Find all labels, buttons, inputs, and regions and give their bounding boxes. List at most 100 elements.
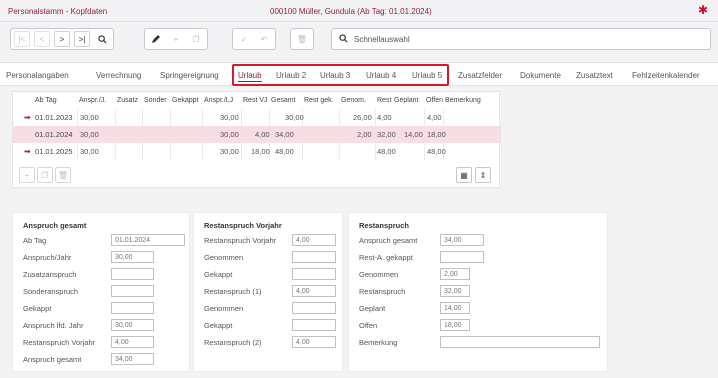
tab-personalangaben[interactable]: Personalangaben	[6, 71, 69, 80]
delete-group: 🗑	[290, 28, 314, 50]
field-label: Offen	[359, 321, 378, 330]
cell-ab-tag: 01.01.2025	[35, 147, 73, 156]
vacation-grid: Ab Tag Anspr./J. Zusatz Sonder Gekappt A…	[12, 91, 501, 188]
copy-row-icon[interactable]: ❐	[37, 167, 53, 183]
col-gesamt[interactable]: Gesamt	[271, 97, 296, 104]
tab-zusatztext[interactable]: Zusatztext	[576, 71, 613, 80]
first-record-icon[interactable]: |<	[14, 31, 30, 47]
add-icon[interactable]: +	[168, 31, 184, 47]
tab-zusatzfelder[interactable]: Zusatzfelder	[458, 71, 502, 80]
col-ab-tag[interactable]: Ab Tag	[35, 97, 57, 104]
col-rest-vj[interactable]: Rest VJ	[243, 97, 268, 104]
col-genom[interactable]: Genom.	[341, 97, 366, 104]
rv-genommen-field[interactable]	[292, 251, 336, 263]
rv-restanspruch-vorjahr-field[interactable]: 4,00	[292, 234, 336, 246]
edit-pencil-icon[interactable]	[148, 31, 164, 47]
search-placeholder: Schnellauswahl	[354, 35, 410, 44]
cell-rest: 32,00	[377, 130, 396, 139]
undo-icon[interactable]: ↶	[256, 31, 272, 47]
field-label: Genommen	[204, 304, 244, 313]
anspruch-lfd-jahr-field[interactable]: 30,00	[111, 319, 154, 331]
delete-icon[interactable]: 🗑	[294, 31, 310, 47]
next-record-icon[interactable]: >	[54, 31, 70, 47]
field-label: Restanspruch Vorjahr	[23, 338, 96, 347]
rv-restanspruch-2-field[interactable]: 4,00	[292, 336, 336, 348]
col-zusatz[interactable]: Zusatz	[117, 97, 138, 104]
table-row[interactable]: 01.01.2024 30,00 30,00 4,00 34,00 2,00 3…	[13, 126, 501, 143]
sonderanspruch-field[interactable]	[111, 285, 154, 297]
zusatzanspruch-field[interactable]	[111, 268, 154, 280]
field-label: Restanspruch Vorjahr	[204, 236, 277, 245]
col-gekappt[interactable]: Gekappt	[172, 97, 198, 104]
anspruch-jahr-field[interactable]: 30,00	[111, 251, 154, 263]
field-label: Ab Tag	[23, 236, 47, 245]
col-rest-gek[interactable]: Rest gek.	[304, 97, 334, 104]
add-row-icon[interactable]: +	[19, 167, 35, 183]
col-anspr-j[interactable]: Anspr./J.	[79, 97, 106, 104]
cell-rest: 48,00	[377, 147, 396, 156]
r-bemerkung-field[interactable]	[440, 336, 600, 348]
app-title: Personalstamm - Kopfdaten	[8, 7, 108, 16]
r-rest-gekappt-field[interactable]	[440, 251, 484, 263]
field-label: Genommen	[204, 253, 244, 262]
tab-fehlzeitenkalender[interactable]: Fehlzeitenkalender	[632, 71, 700, 80]
delete-row-icon[interactable]: 🗑	[55, 167, 71, 183]
rv-restanspruch-1-field[interactable]: 4,00	[292, 285, 336, 297]
cell-genom: 2,00	[357, 130, 372, 139]
field-label: Gekappt	[204, 270, 233, 279]
column-chooser-icon[interactable]: ▦	[456, 167, 472, 183]
quick-search-field[interactable]: Schnellauswahl	[331, 28, 711, 50]
tab-springereignung[interactable]: Springereignung	[160, 71, 219, 80]
cell-rest-vj: 4,00	[255, 130, 270, 139]
table-row[interactable]: ➡ 01.01.2023 30,00 30,00 30,00 26,00 4,0…	[13, 109, 501, 126]
cell-anspr-lj: 30,00	[220, 113, 239, 122]
col-offen[interactable]: Offen	[426, 97, 443, 104]
cell-rest: 4,00	[377, 113, 392, 122]
arrow-right-icon: ➡	[24, 147, 31, 156]
tab-dokumente[interactable]: Dokumente	[520, 71, 561, 80]
rv-genommen-2-field[interactable]	[292, 302, 336, 314]
field-label: Anspruch/Jahr	[23, 253, 72, 262]
restanspruch-vorjahr-field[interactable]: 4,00	[111, 336, 154, 348]
gekappt-field[interactable]	[111, 302, 154, 314]
col-bemerkung[interactable]: Bemerkung	[445, 97, 481, 104]
sort-icon[interactable]: ⇕	[475, 167, 491, 183]
cell-genom: 26,00	[353, 113, 372, 122]
pin-icon[interactable]: ✱	[698, 4, 708, 16]
field-label: Gekappt	[23, 304, 52, 313]
panel-title: Anspruch gesamt	[23, 221, 87, 230]
panel-restanspruch: Restanspruch Anspruch gesamt 34,00 Rest-…	[348, 212, 608, 372]
field-label: Gekappt	[204, 321, 233, 330]
last-record-icon[interactable]: >|	[74, 31, 90, 47]
field-label: Bemerkung	[359, 338, 398, 347]
rv-gekappt-2-field[interactable]	[292, 319, 336, 331]
col-geplant[interactable]: Geplant	[394, 97, 419, 104]
r-restanspruch-field[interactable]: 32,00	[440, 285, 470, 297]
table-row[interactable]: ➡ 01.01.2025 30,00 30,00 18,00 48,00 48,…	[13, 143, 501, 160]
r-genommen-field[interactable]: 2,00	[440, 268, 470, 280]
rv-gekappt-field[interactable]	[292, 268, 336, 280]
cell-anspr-lj: 30,00	[220, 130, 239, 139]
panel-anspruch-gesamt: Anspruch gesamt Ab Tag 01.01.2024 Anspru…	[12, 212, 190, 372]
ab-tag-field[interactable]: 01.01.2024	[111, 234, 185, 246]
previous-record-icon[interactable]: <	[34, 31, 50, 47]
record-title: 000100 Müller, Gundula (Ab Tag: 01.01.20…	[270, 7, 432, 16]
col-rest[interactable]: Rest	[377, 97, 391, 104]
r-anspruch-gesamt-field[interactable]: 34,00	[440, 234, 484, 246]
copy-icon[interactable]: ❐	[188, 31, 204, 47]
cell-offen: 18,00	[427, 130, 446, 139]
search-icon[interactable]	[94, 31, 110, 47]
col-anspr-lj[interactable]: Anspr./LJ	[204, 97, 233, 104]
r-offen-field[interactable]: 18,00	[440, 319, 470, 331]
r-geplant-field[interactable]: 14,00	[440, 302, 470, 314]
col-sonder[interactable]: Sonder	[144, 97, 167, 104]
title-bar: Personalstamm - Kopfdaten 000100 Müller,…	[0, 0, 718, 22]
cell-rest-vj: 18,00	[251, 147, 270, 156]
panel-title: Restanspruch	[359, 221, 410, 230]
confirm-icon[interactable]: ✓	[236, 31, 252, 47]
search-icon	[339, 34, 348, 45]
field-label: Anspruch gesamt	[23, 355, 82, 364]
tab-verrechnung[interactable]: Verrechnung	[96, 71, 141, 80]
anspruch-gesamt-field[interactable]: 34,00	[111, 353, 154, 365]
field-label: Anspruch gesamt	[359, 236, 418, 245]
